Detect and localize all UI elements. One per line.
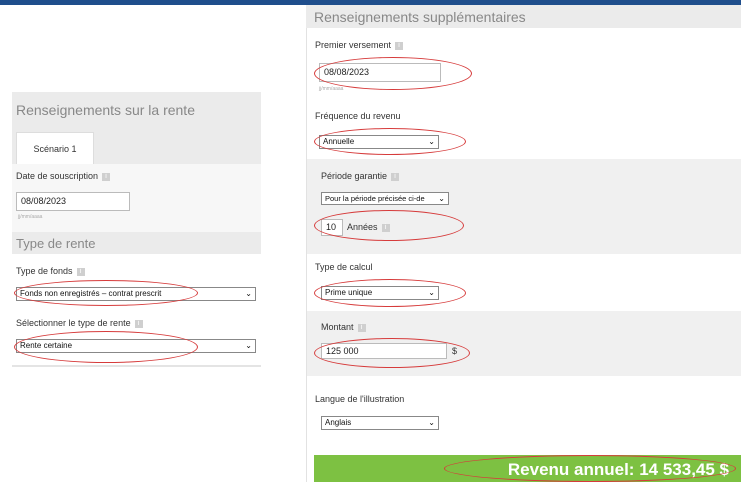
- info-icon[interactable]: i: [76, 267, 85, 276]
- guarantee-period-label-row: Période garantie i: [321, 171, 400, 181]
- subscription-section: Date de souscription i 08/08/2023 jj/mm/a…: [12, 164, 261, 232]
- additional-info-panel: Renseignements supplémentaires Premier v…: [306, 0, 741, 482]
- calc-type-select[interactable]: Prime unique ⌄: [321, 286, 439, 300]
- subscription-date-input[interactable]: 08/08/2023: [16, 192, 130, 211]
- info-icon[interactable]: i: [357, 323, 366, 332]
- calc-type-label: Type de calcul: [315, 262, 373, 272]
- subscription-label-row: Date de souscription i: [16, 171, 111, 181]
- guarantee-period-label: Période garantie: [321, 171, 388, 181]
- subscription-date-label: Date de souscription: [16, 171, 99, 181]
- calc-type-value: Prime unique: [325, 288, 373, 297]
- annuity-type-select[interactable]: Rente certaine ⌄: [16, 339, 256, 353]
- annuity-type-label: Sélectionner le type de rente: [16, 318, 131, 328]
- frequency-select[interactable]: Annuelle ⌄: [319, 135, 439, 149]
- chevron-down-icon: ⌄: [428, 137, 435, 146]
- frequency-label: Fréquence du revenu: [315, 111, 401, 121]
- additional-info-body: Premier versement i 08/08/2023 jj/mm/aaaa…: [306, 28, 741, 482]
- language-label: Langue de l'illustration: [315, 394, 405, 404]
- chevron-down-icon: ⌄: [428, 288, 435, 297]
- amount-input[interactable]: 125 000: [321, 343, 447, 359]
- info-icon[interactable]: i: [381, 223, 390, 232]
- fund-type-select[interactable]: Fonds non enregistrés – contrat prescrit…: [16, 287, 256, 301]
- chevron-down-icon: ⌄: [428, 418, 435, 427]
- guarantee-years-unit: Années: [347, 222, 378, 232]
- fund-type-label: Type de fonds: [16, 266, 73, 276]
- info-icon[interactable]: i: [134, 319, 143, 328]
- tab-scenario-1[interactable]: Scénario 1: [16, 132, 94, 164]
- scenario-tabs: Scénario 1: [12, 132, 261, 164]
- info-icon[interactable]: i: [102, 172, 111, 181]
- annuity-type-section: Type de fonds i Fonds non enregistrés – c…: [12, 254, 261, 367]
- fund-type-label-row: Type de fonds i: [16, 266, 85, 276]
- chevron-down-icon: ⌄: [245, 289, 252, 298]
- first-payment-label: Premier versement: [315, 40, 392, 50]
- guarantee-years-label-row: Années i: [347, 222, 390, 232]
- fund-type-value: Fonds non enregistrés – contrat prescrit: [20, 289, 162, 298]
- first-payment-label-row: Premier versement i: [315, 40, 404, 50]
- info-icon[interactable]: i: [395, 41, 404, 50]
- amount-label-row: Montant i: [321, 322, 366, 332]
- annuity-type-label-row: Sélectionner le type de rente i: [16, 318, 143, 328]
- annuity-type-value: Rente certaine: [20, 341, 73, 350]
- guarantee-years-input[interactable]: 10: [321, 219, 343, 236]
- chevron-down-icon: ⌄: [245, 341, 252, 350]
- first-payment-input[interactable]: 08/08/2023: [319, 63, 441, 82]
- first-payment-date-hint: jj/mm/aaaa: [319, 86, 344, 92]
- amount-label: Montant: [321, 322, 354, 332]
- annuity-type-section-title: Type de rente: [12, 232, 261, 254]
- info-icon[interactable]: i: [391, 172, 400, 181]
- language-value: Anglais: [325, 418, 352, 427]
- annuity-info-panel: Renseignements sur la rente Scénario 1 D…: [12, 92, 261, 367]
- chevron-down-icon: ⌄: [438, 194, 445, 203]
- amount-currency: $: [452, 346, 458, 356]
- language-select[interactable]: Anglais ⌄: [321, 416, 439, 430]
- guarantee-period-select[interactable]: Pour la période précisée ci-de ⌄: [321, 192, 449, 205]
- annual-income-result: Revenu annuel: 14 533,45 $: [314, 455, 741, 482]
- frequency-value: Annuelle: [323, 137, 355, 146]
- annuity-info-header: Renseignements sur la rente: [12, 92, 261, 132]
- additional-info-header: Renseignements supplémentaires: [306, 5, 741, 28]
- guarantee-period-value: Pour la période précisée ci-de: [325, 194, 425, 203]
- subscription-date-hint: jj/mm/aaaa: [18, 214, 43, 220]
